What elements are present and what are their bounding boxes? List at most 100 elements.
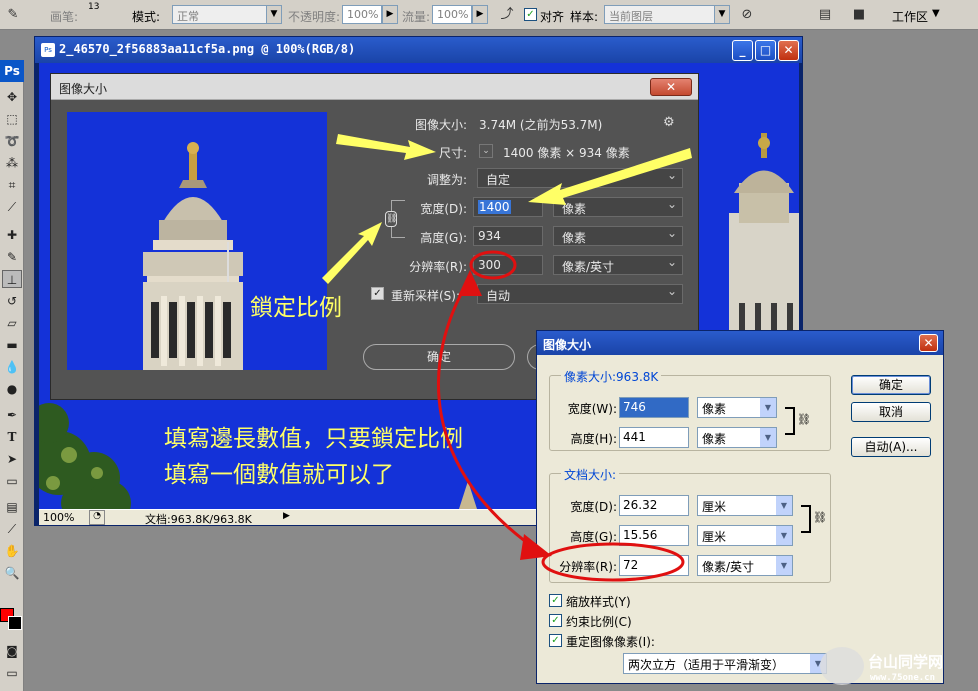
background-color-swatch[interactable] <box>8 616 22 630</box>
resample-checkbox[interactable]: ✓ <box>371 287 384 300</box>
chevron-down-icon[interactable]: ▼ <box>714 5 730 24</box>
history-brush-icon[interactable]: ↺ <box>2 292 22 310</box>
chevron-right-icon[interactable]: ▶ <box>382 5 398 24</box>
healing-brush-icon[interactable]: ✚ <box>2 226 22 244</box>
type-tool-icon[interactable]: T <box>2 428 22 446</box>
doc-width-unit-select[interactable]: 厘米 <box>697 495 793 516</box>
height-input[interactable]: 441 <box>619 427 689 448</box>
resample-method-select[interactable]: 两次立方（适用于平滑渐变） <box>623 653 827 674</box>
flow-input[interactable]: 100% <box>432 5 472 24</box>
eraser-icon[interactable]: ▱ <box>2 314 22 332</box>
brush-tool-icon[interactable]: ✎ <box>2 248 22 266</box>
cancel-button[interactable]: 取消 <box>851 402 931 422</box>
height-input[interactable]: 934 <box>473 226 543 246</box>
shape-tool-icon[interactable]: ▭ <box>2 472 22 490</box>
chevron-down-icon[interactable]: ▼ <box>266 5 282 24</box>
path-selection-icon[interactable]: ➤ <box>2 450 22 468</box>
resample-label: 重新采样(S): <box>391 289 461 303</box>
chevron-right-icon[interactable]: ▶ <box>283 511 290 521</box>
notes-tool-icon[interactable]: ▤ <box>2 498 22 516</box>
ok-button[interactable]: 确定 <box>851 375 931 395</box>
tower-preview <box>143 142 243 370</box>
width-input[interactable]: 746 <box>619 397 689 418</box>
mode-select[interactable]: 正常 <box>172 5 268 24</box>
resolution-input[interactable]: 300 <box>473 255 543 275</box>
blur-tool-icon[interactable]: 💧 <box>2 358 22 376</box>
width-label: 宽度(W): <box>567 402 617 416</box>
resolution-label: 分辨率(R): <box>409 260 467 274</box>
fit-to-label: 调整为: <box>426 173 467 187</box>
scale-styles-label: 缩放样式(Y) <box>566 595 631 609</box>
screen-mode-icon[interactable]: ▭ <box>2 664 22 682</box>
auto-button[interactable]: 自动(A)... <box>851 437 931 457</box>
doc-height-input[interactable]: 15.56 <box>619 525 689 546</box>
aligned-checkbox[interactable]: ✓ <box>524 8 537 21</box>
aligned-label: 对齐 <box>540 10 565 24</box>
scale-styles-checkbox[interactable]: ✓ <box>549 594 562 607</box>
mode-label: 模式: <box>132 10 161 24</box>
marquee-tool-icon[interactable]: ⬚ <box>2 110 22 128</box>
ok-button[interactable]: 确定 <box>363 344 515 370</box>
gradient-tool-icon[interactable]: ▬ <box>2 336 22 354</box>
width-input[interactable]: 1400 <box>473 197 543 217</box>
pen-tool-icon[interactable]: ✒ <box>2 406 22 424</box>
eyedropper-icon[interactable]: ⟋ <box>2 520 22 538</box>
airbrush-icon[interactable]: ⤴ <box>498 6 516 24</box>
doc-height-label: 高度(G): <box>570 530 617 544</box>
close-icon[interactable]: ✕ <box>778 40 799 61</box>
document-size: 文档:963.8K/963.8K <box>145 513 252 526</box>
crop-tool-icon[interactable]: ⌗ <box>2 176 22 194</box>
zoom-tool-icon[interactable]: 🔍 <box>2 564 22 582</box>
resample-checkbox[interactable]: ✓ <box>549 634 562 647</box>
dodge-tool-icon[interactable]: ● <box>2 380 22 398</box>
fit-to-select[interactable]: 自定 <box>477 168 683 188</box>
doc-width-input[interactable]: 26.32 <box>619 495 689 516</box>
height-label: 高度(H): <box>570 432 617 446</box>
dimensions-value: 1400 像素 × 934 像素 <box>503 146 630 160</box>
lasso-tool-icon[interactable]: ➰ <box>2 132 22 150</box>
resolution-input[interactable]: 72 <box>619 555 689 576</box>
sample-select[interactable]: 当前图层 <box>604 5 716 24</box>
dialog-title: 图像大小 <box>537 331 943 355</box>
eyedropper-icon[interactable]: ⟋ <box>2 198 22 216</box>
height-unit-select[interactable]: 像素 <box>697 427 777 448</box>
resample-select[interactable]: 自动 <box>477 284 683 304</box>
image-preview[interactable] <box>67 112 327 370</box>
chevron-right-icon[interactable]: ▶ <box>472 5 488 24</box>
width-unit-select[interactable]: 像素 <box>553 197 683 217</box>
zoom-level[interactable]: 100% <box>43 511 74 524</box>
sample-label: 样本: <box>570 10 599 24</box>
height-label: 高度(G): <box>420 231 467 245</box>
move-tool-icon[interactable]: ✥ <box>2 88 22 106</box>
height-unit-select[interactable]: 像素 <box>553 226 683 246</box>
resolution-unit-select[interactable]: 像素/英寸 <box>697 555 793 576</box>
bridge-icon[interactable]: ■ <box>850 6 868 24</box>
clone-stamp-icon[interactable]: ⊥ <box>2 270 22 288</box>
magic-wand-icon[interactable]: ⁂ <box>2 154 22 172</box>
brush-label: 画笔: <box>50 10 79 24</box>
link-bracket <box>801 505 811 533</box>
brush-tool-icon[interactable]: ✎ <box>4 6 22 24</box>
ignore-adjustment-icon[interactable]: ⊘ <box>738 6 756 24</box>
palette-well-icon[interactable]: ▤ <box>816 6 834 24</box>
quick-mask-icon[interactable]: ◙ <box>2 642 22 660</box>
status-menu-icon[interactable]: ◔ <box>89 510 105 525</box>
workspace-menu[interactable]: 工作区 <box>892 8 928 25</box>
chevron-down-icon: ▼ <box>932 8 940 19</box>
constrain-proportions-checkbox[interactable]: ✓ <box>549 614 562 627</box>
hand-tool-icon[interactable]: ✋ <box>2 542 22 560</box>
dimensions-label: 尺寸: <box>438 146 467 160</box>
close-icon[interactable]: ✕ <box>650 78 692 96</box>
gear-icon[interactable]: ⚙ <box>663 115 675 130</box>
width-unit-select[interactable]: 像素 <box>697 397 777 418</box>
resolution-unit-select[interactable]: 像素/英寸 <box>553 255 683 275</box>
chevron-down-icon[interactable]: ⌄ <box>479 144 493 158</box>
maximize-icon[interactable]: □ <box>755 40 776 61</box>
minimize-icon[interactable]: _ <box>732 40 753 61</box>
brush-size[interactable]: 13 <box>88 2 99 12</box>
doc-height-unit-select[interactable]: 厘米 <box>697 525 793 546</box>
document-title[interactable]: 2_46570_2f56883aa11cf5a.png @ 100%(RGB/8… <box>35 37 802 63</box>
close-icon[interactable]: ✕ <box>919 334 938 352</box>
opacity-input[interactable]: 100% <box>342 5 382 24</box>
image-size-value: 3.74M (之前为53.7M) <box>479 118 603 132</box>
